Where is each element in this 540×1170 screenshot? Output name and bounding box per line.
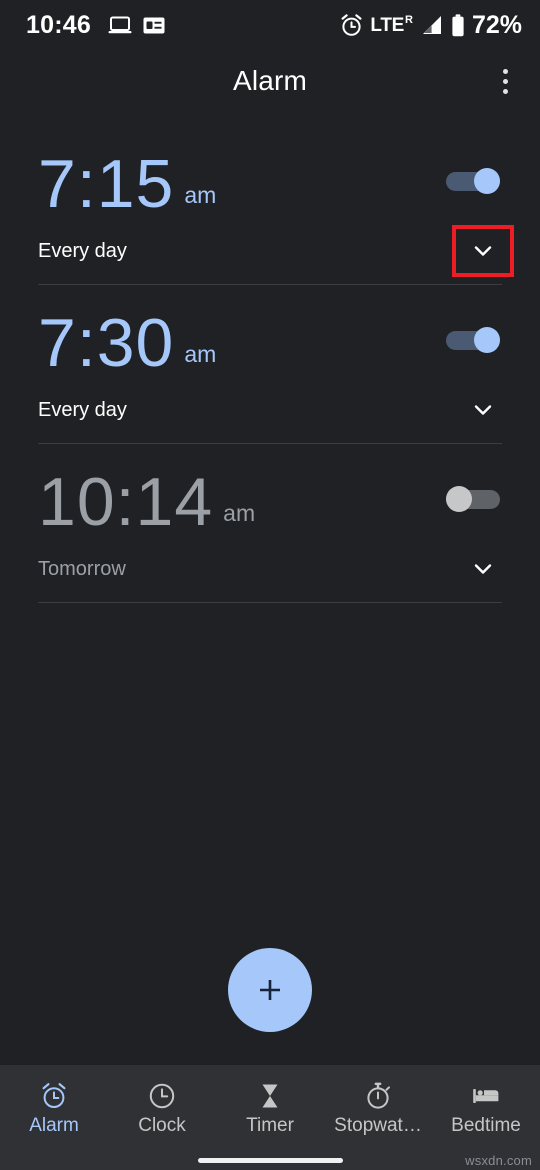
bed-icon <box>473 1088 499 1103</box>
alarm-expand-chevron[interactable] <box>452 225 514 277</box>
alarm-time[interactable]: 7:15 <box>38 151 174 219</box>
clock-icon <box>149 1083 175 1108</box>
nav-tab-clock[interactable]: Clock <box>108 1081 216 1135</box>
alarm-item[interactable]: 7:15 am Every day <box>0 126 540 284</box>
chevron-down-icon <box>474 564 492 574</box>
alarm-schedule-row: Every day <box>38 218 514 284</box>
add-alarm-button[interactable] <box>228 948 312 1032</box>
alarm-schedule-label: Tomorrow <box>38 557 126 580</box>
alarm-ampm: am <box>184 182 217 208</box>
bottom-navigation: Alarm Clock Timer Stopwat… Bedtime <box>0 1065 540 1150</box>
alarm-list: 7:15 am Every day 7:30 am Every day 10:1… <box>0 112 540 915</box>
alarm-time[interactable]: 10:14 <box>38 469 213 537</box>
nav-tab-stopwatch[interactable]: Stopwat… <box>324 1081 432 1135</box>
alarm-time-row: 10:14 am <box>38 444 500 536</box>
nav-tab-alarm[interactable]: Alarm <box>0 1081 108 1135</box>
chevron-down-icon <box>474 246 492 256</box>
alarm-toggle[interactable] <box>446 486 500 512</box>
status-bar: 10:46 LTE R 72% <box>0 0 540 50</box>
alarm-time[interactable]: 7:30 <box>38 310 174 378</box>
alarm-time-row: 7:15 am <box>38 126 500 218</box>
roaming-superscript: R <box>405 13 413 26</box>
alarm-item[interactable]: 7:30 am Every day <box>0 285 540 443</box>
alarm-schedule-row: Tomorrow <box>38 536 500 602</box>
alarm-ampm: am <box>223 500 256 526</box>
fab-container <box>0 915 540 1065</box>
nav-tab-label: Stopwat… <box>334 1115 422 1135</box>
alarm-time-row: 7:30 am <box>38 285 500 377</box>
battery-percent-label: 72% <box>471 10 522 39</box>
alarm-toggle[interactable] <box>446 168 500 194</box>
list-divider <box>38 602 502 603</box>
alarm-toggle[interactable] <box>446 327 500 353</box>
toggle-thumb <box>446 486 472 512</box>
hourglass-icon <box>262 1084 278 1107</box>
watermark: wsxdn.com <box>465 1153 532 1168</box>
app-bar: Alarm <box>0 50 540 112</box>
nav-tab-timer[interactable]: Timer <box>216 1081 324 1135</box>
nav-tab-label: Timer <box>246 1115 294 1135</box>
signal-bars-icon <box>420 14 444 36</box>
network-type-label: LTE <box>370 14 404 36</box>
nav-tab-label: Clock <box>138 1115 186 1135</box>
page-title: Alarm <box>232 65 308 96</box>
toggle-thumb <box>474 168 500 194</box>
status-bar-right-icons: LTE R 72% <box>340 10 522 39</box>
status-bar-clock: 10:46 <box>26 10 91 39</box>
network-type-indicator: LTE R <box>370 13 413 36</box>
nav-tab-bedtime[interactable]: Bedtime <box>432 1081 540 1135</box>
nav-tab-label: Bedtime <box>451 1115 521 1135</box>
alarm-schedule-label: Every day <box>38 398 127 421</box>
toggle-thumb <box>474 327 500 353</box>
overflow-menu-icon[interactable] <box>481 57 529 105</box>
alarm-clock-icon <box>340 13 363 37</box>
alarm-item[interactable]: 10:14 am Tomorrow <box>0 444 540 602</box>
alarm-clock-icon <box>42 1082 66 1108</box>
alarm-schedule-label: Every day <box>38 239 127 262</box>
card-icon <box>143 17 165 34</box>
battery-icon <box>451 13 465 37</box>
home-gesture-pill[interactable] <box>197 1157 343 1163</box>
alarm-expand-chevron[interactable] <box>457 384 509 436</box>
gesture-navigation-bar: wsxdn.com <box>0 1150 540 1170</box>
alarm-schedule-row: Every day <box>38 377 500 443</box>
phone-screen: 10:46 LTE R 72% Alarm 7:15 am Every day … <box>0 0 540 1170</box>
chevron-down-icon <box>474 405 492 415</box>
alarm-expand-chevron[interactable] <box>457 543 509 595</box>
alarm-ampm: am <box>184 341 217 367</box>
stopwatch-icon <box>367 1082 390 1109</box>
laptop-icon <box>108 15 132 35</box>
plus-icon <box>260 980 280 1000</box>
status-bar-left-icons <box>108 15 165 35</box>
nav-tab-label: Alarm <box>29 1115 79 1135</box>
